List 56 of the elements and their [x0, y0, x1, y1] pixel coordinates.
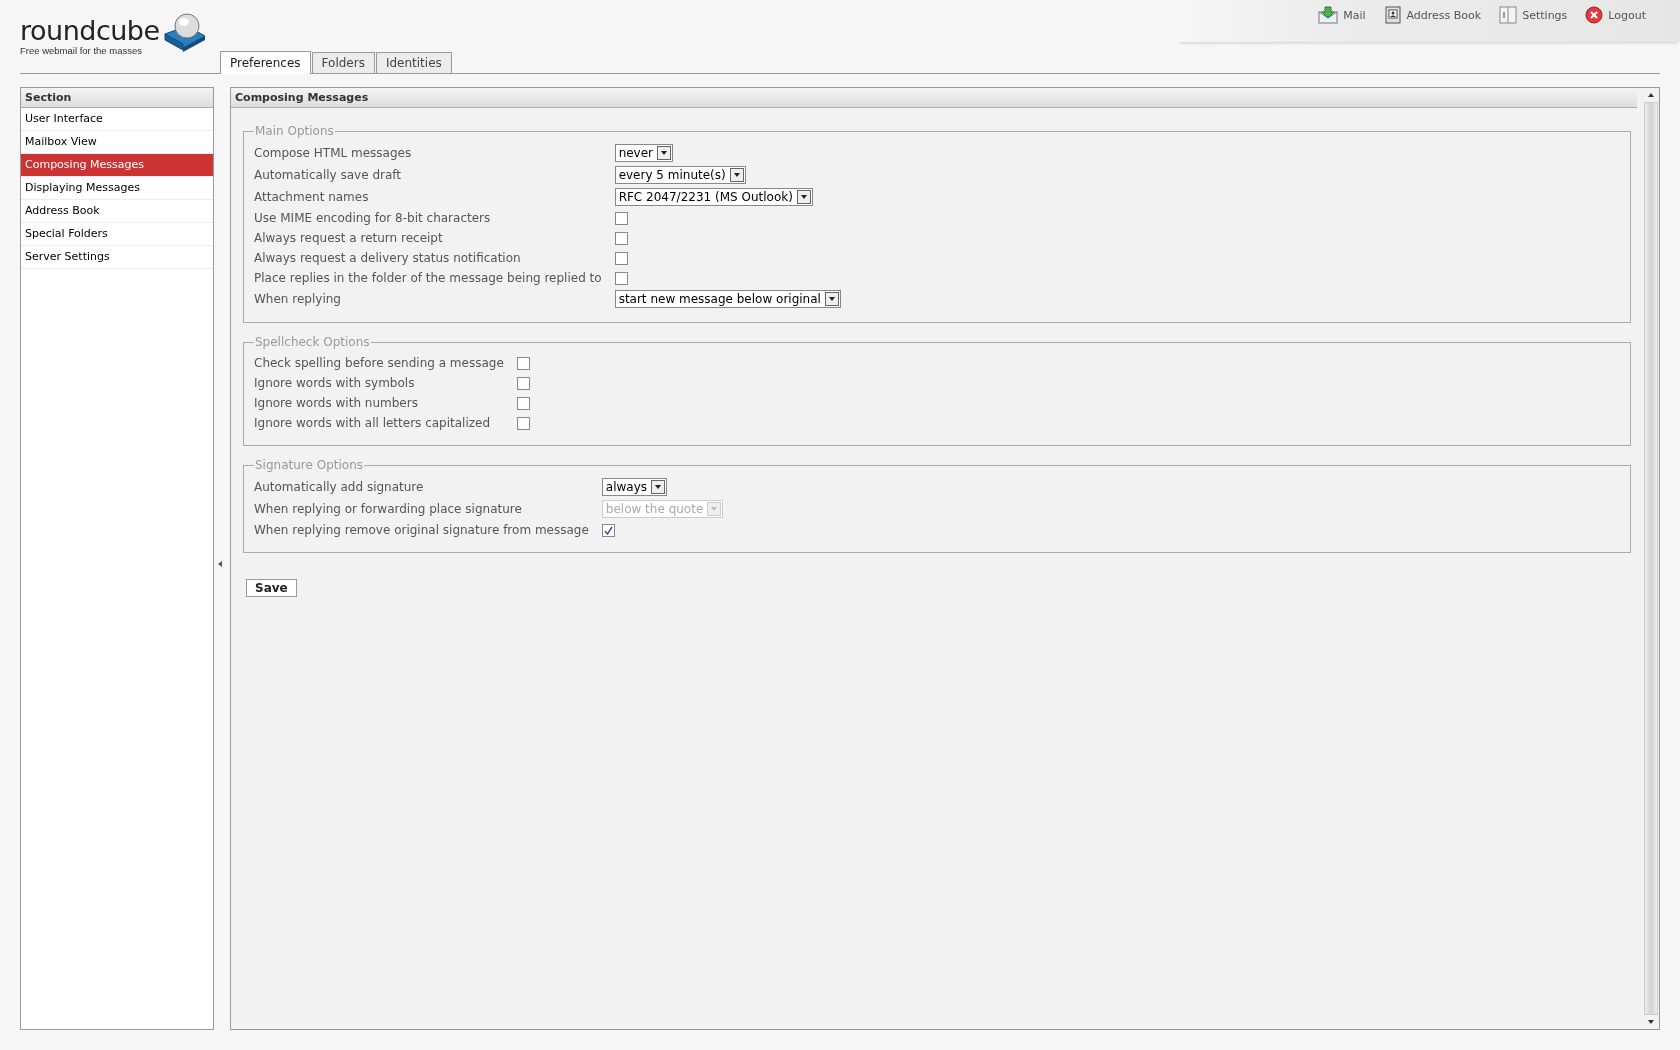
address-book-icon — [1383, 6, 1402, 24]
option-label: Ignore words with symbols — [254, 375, 416, 392]
checkbox[interactable] — [516, 396, 530, 410]
dropdown[interactable]: always — [601, 478, 668, 496]
caret-icon — [707, 502, 722, 516]
nav-link[interactable]: Settings — [1499, 6, 1568, 24]
checkbox[interactable] — [516, 416, 530, 430]
cube-logo-icon — [161, 10, 208, 52]
envelope-icon — [1318, 6, 1339, 24]
section-header: Section — [21, 88, 213, 108]
logo-wordmark: roundcube — [20, 14, 160, 46]
caret-icon — [796, 190, 811, 204]
option-label: Automatically add signature — [254, 479, 425, 496]
checkbox[interactable] — [614, 211, 628, 225]
option-label: When replying or forwarding place signature — [254, 501, 523, 518]
section-item[interactable]: Composing Messages — [21, 154, 213, 177]
option-label: Check spelling before sending a message — [254, 355, 504, 372]
option-label: Automatically save draft — [254, 167, 402, 184]
dropdown[interactable]: RFC 2047/2231 (MS Outlook) — [614, 188, 813, 206]
checkbox[interactable] — [614, 231, 628, 245]
checkbox[interactable] — [601, 523, 615, 537]
option-label: When replying — [254, 291, 342, 308]
option-label: When replying remove original signature from message — [254, 522, 589, 539]
save-button[interactable]: Save — [246, 579, 297, 597]
option-label: Place replies in the folder of the message being replied to — [254, 270, 602, 287]
checkbox[interactable] — [614, 251, 628, 265]
group-legend: Main Options — [254, 124, 335, 138]
close-icon — [1585, 6, 1604, 24]
caret-icon — [651, 480, 666, 494]
caret-icon — [824, 292, 839, 306]
option-label: Ignore words with numbers — [254, 395, 419, 412]
tab[interactable]: Identities — [375, 52, 452, 73]
dropdown[interactable]: every 5 minute(s) — [614, 166, 746, 184]
logo-tagline: Free webmail for the masses — [20, 46, 143, 56]
nav-link[interactable]: Logout — [1585, 6, 1646, 24]
option-label: Ignore words with all letters capitalized — [254, 415, 492, 432]
option-label: Use MIME encoding for 8-bit characters — [254, 210, 492, 227]
checkbox[interactable] — [614, 271, 628, 285]
option-label: Always request a delivery status notification — [254, 250, 522, 267]
splitter-handle-icon[interactable] — [218, 561, 223, 567]
option-label: Always request a return receipt — [254, 230, 444, 247]
cabinet-icon — [1499, 6, 1518, 24]
checkbox[interactable] — [516, 356, 530, 370]
caret-icon — [657, 146, 672, 160]
group-legend: Signature Options — [254, 458, 364, 472]
tab[interactable]: Folders — [311, 52, 375, 73]
option-label: Attachment names — [254, 189, 370, 206]
tab[interactable]: Preferences — [220, 51, 311, 74]
nav-link[interactable]: Mail — [1318, 6, 1366, 24]
caret-icon — [729, 168, 744, 182]
dropdown[interactable]: start new message below original — [614, 290, 841, 308]
option-label: Compose HTML messages — [254, 145, 413, 162]
dropdown[interactable]: never — [614, 144, 674, 162]
group-legend: Spellcheck Options — [254, 335, 371, 349]
nav-link[interactable]: Address Book — [1383, 6, 1482, 24]
checkbox[interactable] — [516, 376, 530, 390]
